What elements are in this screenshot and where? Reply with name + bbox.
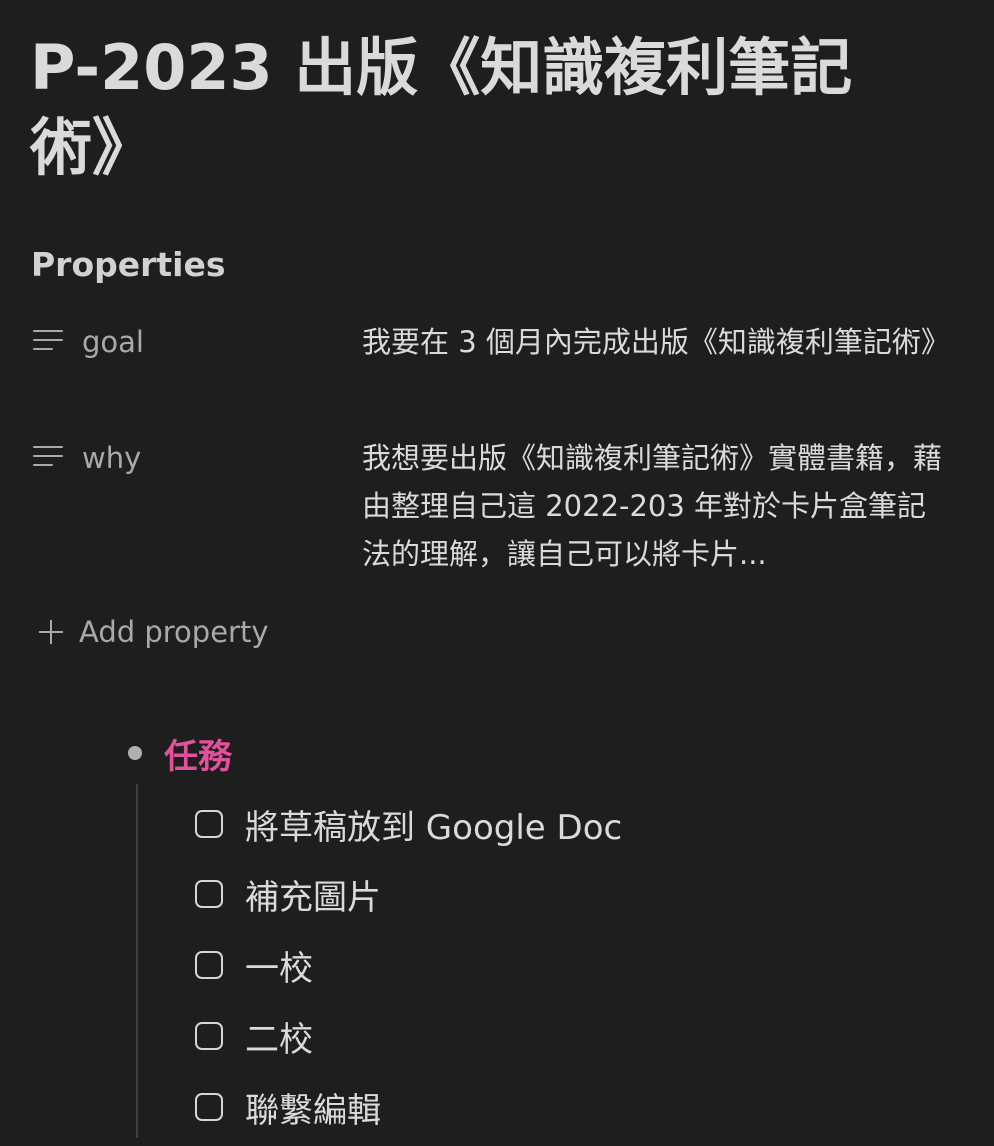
checkbox[interactable] [195,880,223,908]
task-item: 一校 [195,937,313,993]
task-list-heading[interactable]: 任務 [164,729,232,778]
task-label[interactable]: 聯繫編輯 [245,1083,381,1132]
text-lines-icon [33,330,63,354]
indent-guide[interactable] [136,784,138,1138]
plus-icon [38,619,64,645]
text-lines-icon [33,446,63,470]
property-value[interactable]: 我要在 3 個月內完成出版《知識複利筆記術》 [362,318,950,366]
task-label[interactable]: 二校 [245,1012,313,1061]
properties-heading[interactable]: Properties [31,244,226,286]
page-title[interactable]: P-2023 出版《知識複利筆記術》 [30,28,930,188]
task-label[interactable]: 補充圖片 [245,870,381,919]
property-key[interactable]: goal [82,318,144,366]
add-property-button[interactable]: Add property [38,608,269,656]
checkbox[interactable] [195,1093,223,1121]
task-item: 補充圖片 [195,866,381,922]
task-label[interactable]: 將草稿放到 Google Doc [245,800,622,849]
task-list-header: 任務 [128,726,232,780]
checkbox[interactable] [195,951,223,979]
bullet-icon[interactable] [128,746,142,760]
checkbox[interactable] [195,810,223,838]
property-value[interactable]: 我想要出版《知識複利筆記術》實體書籍，藉由整理自己這 2022-203 年對於卡… [362,434,942,578]
task-item: 將草稿放到 Google Doc [195,796,622,852]
checkbox[interactable] [195,1022,223,1050]
task-item: 二校 [195,1008,313,1064]
task-label[interactable]: 一校 [245,941,313,990]
property-key[interactable]: why [82,434,141,482]
task-item: 聯繫編輯 [195,1079,381,1135]
add-property-label: Add property [79,615,269,649]
